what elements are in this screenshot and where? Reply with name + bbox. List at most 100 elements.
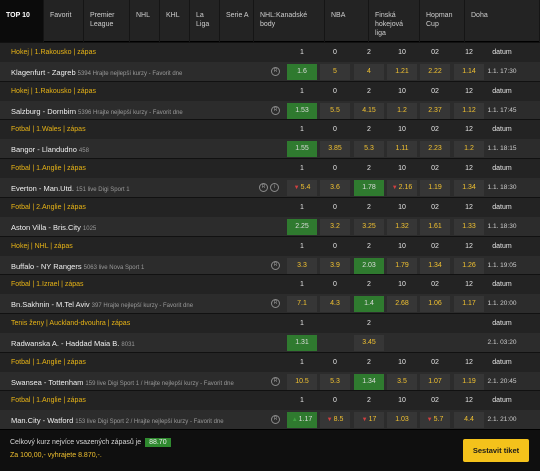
match-teams[interactable]: Aston Villa - Bris.City 1025 bbox=[11, 223, 96, 232]
odd-button[interactable]: 1.21 bbox=[387, 64, 417, 80]
stream-icon[interactable]: R bbox=[259, 183, 268, 193]
odd-button[interactable]: ▼17 bbox=[354, 412, 384, 429]
odd-button[interactable]: 1.31 bbox=[287, 334, 317, 351]
info-icon[interactable]: i bbox=[270, 183, 279, 193]
odd-button[interactable]: ▲1.17 bbox=[287, 412, 317, 429]
odd-button[interactable]: 1.11 bbox=[387, 141, 417, 158]
odd-button[interactable]: 4.4 bbox=[454, 412, 484, 429]
odd-button[interactable]: 10.5 bbox=[287, 373, 317, 390]
league-label[interactable]: Fotbal | 2.Anglie | zápas bbox=[11, 204, 86, 211]
odd-button[interactable]: 5.3 bbox=[320, 373, 350, 390]
league-label[interactable]: Hokej | 1.Rakousko | zápas bbox=[11, 88, 96, 95]
league-label[interactable]: Hokej | 1.Rakousko | zápas bbox=[11, 49, 96, 56]
odd-button[interactable]: 3.9 bbox=[320, 257, 350, 274]
odd-button[interactable]: 1.34 bbox=[354, 373, 384, 390]
tab-9[interactable]: Finská hokejová liga bbox=[369, 0, 420, 42]
tab-11[interactable]: Doha bbox=[465, 0, 540, 42]
odd-button[interactable]: 1.07 bbox=[420, 373, 450, 390]
odd-button[interactable]: 2.23 bbox=[420, 141, 450, 158]
tab-7[interactable]: NHL:Kanadské body bbox=[254, 0, 325, 42]
tab-0[interactable]: TOP 10 bbox=[0, 0, 44, 42]
league-label[interactable]: Fotbal | 1.Izrael | zápas bbox=[11, 281, 84, 288]
odd-button[interactable]: 4 bbox=[354, 64, 384, 80]
odd-button[interactable]: 5.3 bbox=[354, 141, 384, 158]
tab-5[interactable]: La Liga bbox=[190, 0, 220, 42]
odd-button[interactable]: 2.03 bbox=[354, 257, 384, 274]
odd-button[interactable]: 5 bbox=[320, 64, 350, 80]
stream-icon[interactable]: R bbox=[271, 415, 280, 425]
stream-icon[interactable]: R bbox=[271, 260, 280, 270]
odd-button[interactable]: 1.2 bbox=[454, 141, 484, 158]
odd-button[interactable]: 1.61 bbox=[420, 218, 450, 235]
teams-label: Swansea - Tottenham bbox=[11, 377, 84, 387]
match-teams[interactable]: Klagenfurt - Zagreb 5394 Hrajte nejlepší … bbox=[11, 68, 182, 77]
match-teams[interactable]: Man.City - Watford 153 live Digi Sport 2 … bbox=[11, 416, 224, 425]
odd-button[interactable]: 1.79 bbox=[387, 257, 417, 274]
stream-icon[interactable]: R bbox=[271, 376, 280, 386]
match-teams[interactable]: Salzburg - Dornbirn 5396 Hrajte nejlepší … bbox=[11, 107, 183, 116]
odd-button[interactable]: 7.1 bbox=[287, 296, 317, 313]
odd-button[interactable]: 3.85 bbox=[320, 141, 350, 158]
odd-button[interactable]: ▼5.4 bbox=[287, 180, 317, 197]
odd-button[interactable]: ▼8.5 bbox=[320, 412, 350, 429]
odd-button[interactable]: 1.55 bbox=[287, 141, 317, 158]
odd-button[interactable]: 3.6 bbox=[320, 180, 350, 197]
odd-button[interactable]: 3.5 bbox=[387, 373, 417, 390]
odd-button[interactable]: 4.15 bbox=[354, 102, 384, 119]
stream-icon[interactable]: R bbox=[271, 299, 280, 309]
match-teams[interactable]: Buffalo - NY Rangers 5063 live Nova Sport… bbox=[11, 262, 144, 271]
odd-button[interactable]: 2.37 bbox=[420, 102, 450, 119]
odd-button[interactable]: ▼2.16 bbox=[387, 180, 417, 197]
odd-button[interactable]: 1.17 bbox=[454, 296, 484, 313]
odd-button[interactable]: 4.3 bbox=[320, 296, 350, 313]
odd-button[interactable]: 5.5 bbox=[320, 102, 350, 119]
match-body: Aston Villa - Bris.City 1025 2.25 3.2 3.25 1.… bbox=[0, 216, 540, 237]
odd-button[interactable]: 1.34 bbox=[454, 180, 484, 197]
stream-icon[interactable]: R bbox=[271, 67, 280, 76]
match-teams[interactable]: Bn.Sakhnin - M.Tel Aviv 397 Hrajte nejlep… bbox=[11, 300, 193, 309]
odd-button[interactable]: 2.25 bbox=[287, 218, 317, 235]
league-label[interactable]: Tenis ženy | Auckland-dvouhra | zápas bbox=[11, 320, 130, 327]
odd-button[interactable]: 1.14 bbox=[454, 64, 484, 80]
odd-button[interactable]: 1.06 bbox=[420, 296, 450, 313]
tab-6[interactable]: Serie A bbox=[220, 0, 254, 42]
odd-button[interactable]: 1.34 bbox=[420, 257, 450, 274]
odd-button[interactable]: 2.22 bbox=[420, 64, 450, 80]
match-teams[interactable]: Radwanska A. - Haddad Maia B. 8031 bbox=[11, 339, 135, 348]
odd-button[interactable]: 1.78 bbox=[354, 180, 384, 197]
stream-icon[interactable]: R bbox=[271, 105, 280, 115]
odd-button[interactable]: 1.32 bbox=[387, 218, 417, 235]
match-teams[interactable]: Bangor - Llandudno 458 bbox=[11, 145, 89, 154]
tab-1[interactable]: Favorit bbox=[44, 0, 84, 42]
odd-button[interactable]: 1.12 bbox=[454, 102, 484, 119]
odd-button[interactable]: 1.2 bbox=[387, 102, 417, 119]
odd-button[interactable]: 3.25 bbox=[354, 218, 384, 235]
odd-button[interactable]: 3.3 bbox=[287, 257, 317, 274]
tab-4[interactable]: KHL bbox=[160, 0, 190, 42]
league-label[interactable]: Fotbal | 1.Wales | zápas bbox=[11, 126, 86, 133]
match-teams[interactable]: Everton - Man.Utd. 151 live Digi Sport 1 bbox=[11, 184, 130, 193]
match-header: Tenis ženy | Auckland-dvouhra | zápas 1 2 d… bbox=[0, 313, 540, 333]
build-ticket-button[interactable]: Sestavit tiket bbox=[463, 439, 529, 462]
league-label[interactable]: Fotbal | 1.Anglie | zápas bbox=[11, 359, 86, 366]
odd-button[interactable]: 2.68 bbox=[387, 296, 417, 313]
odd-button[interactable]: 3.2 bbox=[320, 218, 350, 235]
league-label[interactable]: Fotbal | 1.Anglie | zápas bbox=[11, 165, 86, 172]
odd-button[interactable]: 1.33 bbox=[454, 218, 484, 235]
league-label[interactable]: Fotbal | 1.Anglie | zápas bbox=[11, 397, 86, 404]
odd-button[interactable]: 1.53 bbox=[287, 102, 317, 119]
tab-3[interactable]: NHL bbox=[130, 0, 160, 42]
odd-button[interactable]: 1.19 bbox=[420, 180, 450, 197]
odd-button[interactable]: 3.45 bbox=[354, 334, 384, 351]
odd-button[interactable]: 1.4 bbox=[354, 296, 384, 313]
odd-button[interactable]: 1.03 bbox=[387, 412, 417, 429]
tab-8[interactable]: NBA bbox=[325, 0, 369, 42]
odd-button[interactable]: 1.19 bbox=[454, 373, 484, 390]
tab-2[interactable]: Premier League bbox=[84, 0, 130, 42]
league-label[interactable]: Hokej | NHL | zápas bbox=[11, 243, 73, 250]
odd-button[interactable]: 1.26 bbox=[454, 257, 484, 274]
odd-button[interactable]: ▼5.7 bbox=[420, 412, 450, 429]
odd-button[interactable]: 1.6 bbox=[287, 64, 317, 80]
match-teams[interactable]: Swansea - Tottenham 159 live Digi Sport 1… bbox=[11, 378, 234, 387]
tab-10[interactable]: Hopman Cup bbox=[420, 0, 465, 42]
